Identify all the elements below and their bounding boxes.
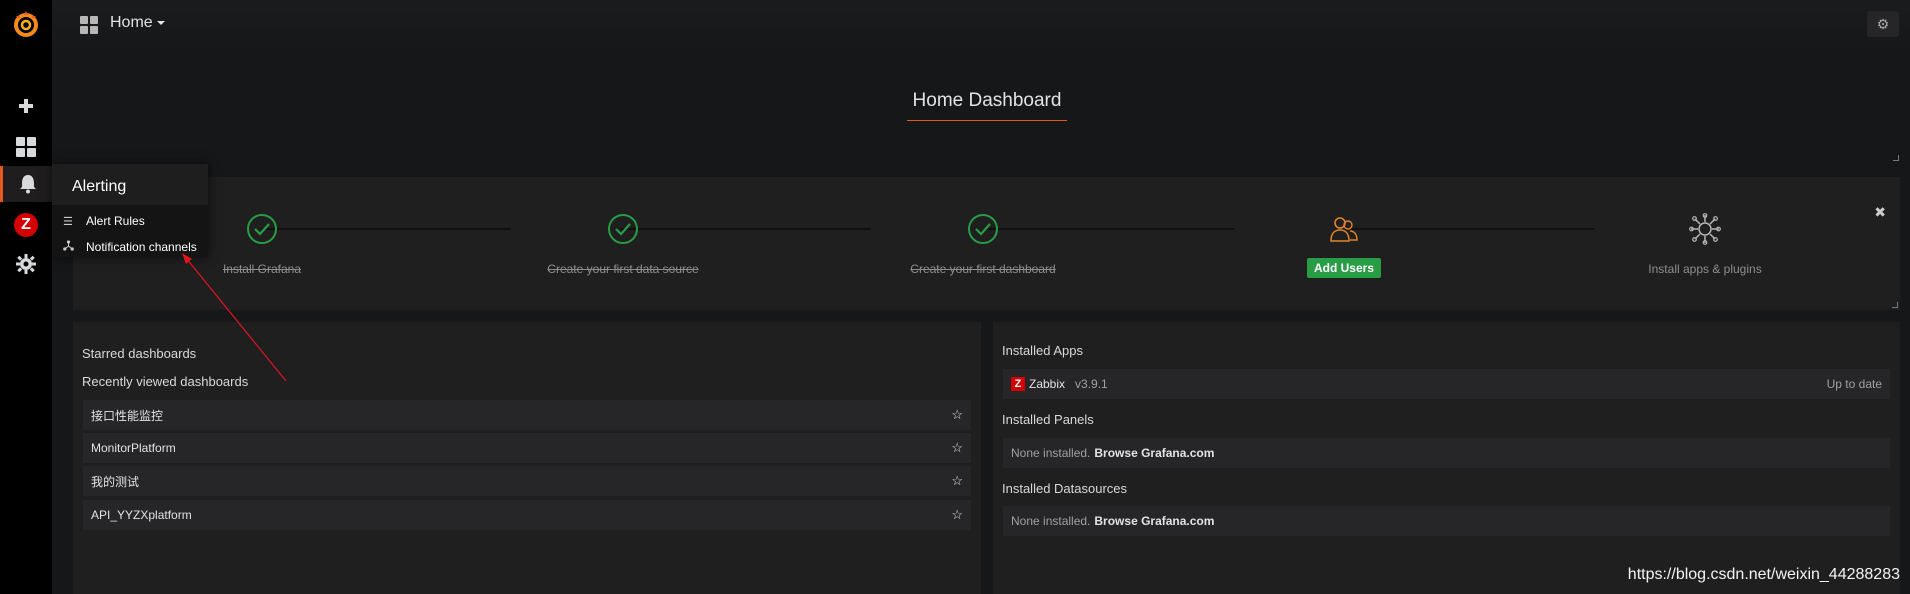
dashboard-list-item[interactable]: MonitorPlatform ☆: [83, 433, 971, 463]
gear-icon: ⚙: [1876, 15, 1890, 32]
add-users-button[interactable]: Add Users: [1306, 258, 1382, 278]
share-icon: [63, 240, 77, 254]
empty-text: None installed.: [1011, 514, 1091, 528]
plugins-icon: [1689, 213, 1721, 245]
resize-handle[interactable]: [1892, 302, 1898, 308]
dashboard-list-item[interactable]: API_YYZXplatform ☆: [83, 500, 971, 530]
app-status: Up to date: [1826, 377, 1882, 391]
step-label: Create your first data source: [547, 262, 699, 276]
dashboard-link[interactable]: 我的测试: [91, 473, 139, 490]
zabbix-logo-icon: Z: [1011, 377, 1025, 391]
browse-grafana-link[interactable]: Browse Grafana.com: [1094, 446, 1214, 460]
chevron-down-icon: [156, 20, 165, 25]
dashboard-picker-label: Home: [110, 14, 153, 31]
menu-item-alert-rules[interactable]: ☰ Alert Rules: [52, 208, 208, 234]
star-icon[interactable]: ☆: [951, 440, 963, 456]
grafana-logo-icon[interactable]: [13, 9, 40, 39]
alerting-menu-header[interactable]: Alerting: [52, 164, 208, 205]
dashboard-list-panel: Starred dashboards Recently viewed dashb…: [73, 322, 981, 594]
alerting-bell-icon[interactable]: [0, 166, 52, 202]
dashboard-link[interactable]: 接口性能监控: [91, 407, 163, 424]
app-list-item[interactable]: Z Zabbix v3.9.1 Up to date: [1003, 369, 1890, 399]
check-circle-icon: [607, 213, 639, 245]
step-install-plugins[interactable]: Install apps & plugins: [1585, 213, 1825, 276]
check-circle-icon: [246, 213, 278, 245]
app-version: v3.9.1: [1075, 377, 1108, 391]
plugin-list-panel: Installed Apps Z Zabbix v3.9.1 Up to dat…: [993, 322, 1900, 594]
check-circle-icon: [967, 213, 999, 245]
step-create-dashboard[interactable]: Create your first dashboard: [863, 213, 1103, 276]
alerting-dropdown-menu: Alerting ☰ Alert Rules Notification chan…: [52, 164, 208, 257]
step-create-data-source[interactable]: Create your first data source: [503, 213, 743, 276]
star-icon[interactable]: ☆: [951, 507, 963, 523]
close-icon[interactable]: ✖: [1874, 204, 1886, 221]
settings-button[interactable]: ⚙: [1867, 11, 1899, 37]
datasources-empty-row: None installed. Browse Grafana.com: [1003, 506, 1890, 536]
recent-dashboards-heading: Recently viewed dashboards: [82, 374, 249, 389]
starred-dashboards-heading: Starred dashboards: [82, 346, 197, 361]
dashboard-list-item[interactable]: 我的测试 ☆: [83, 466, 971, 496]
top-navbar: Home ⚙: [52, 0, 1910, 50]
step-add-users: Add Users: [1224, 213, 1464, 278]
menu-item-label: Notification channels: [86, 240, 197, 254]
step-label: Install apps & plugins: [1648, 262, 1762, 276]
dashboard-title: Home Dashboard: [907, 90, 1067, 121]
dashboards-grid-icon[interactable]: [0, 129, 52, 165]
create-plus-icon[interactable]: [0, 88, 52, 124]
dashboard-link[interactable]: API_YYZXplatform: [91, 508, 192, 522]
getting-started-panel: Install Grafana Create your first data s…: [73, 177, 1900, 310]
dashboard-link[interactable]: MonitorPlatform: [91, 441, 176, 455]
dashboard-list-item[interactable]: 接口性能监控 ☆: [83, 400, 971, 430]
users-icon: [1328, 213, 1360, 245]
app-name: Zabbix: [1029, 377, 1066, 391]
step-label: Create your first dashboard: [910, 262, 1056, 276]
panels-empty-row: None installed. Browse Grafana.com: [1003, 438, 1890, 468]
menu-item-label: Alert Rules: [86, 214, 145, 228]
dashboard-picker[interactable]: Home: [110, 14, 165, 32]
watermark-text: https://blog.csdn.net/weixin_44288283: [1627, 566, 1900, 583]
list-icon: ☰: [63, 215, 73, 228]
step-label: Install Grafana: [222, 262, 302, 276]
resize-handle[interactable]: [1893, 155, 1899, 161]
zabbix-app-icon[interactable]: Z: [0, 207, 52, 243]
menu-item-notification-channels[interactable]: Notification channels: [52, 234, 208, 260]
installed-panels-heading: Installed Panels: [1002, 412, 1094, 427]
star-icon[interactable]: ☆: [951, 407, 963, 423]
installed-datasources-heading: Installed Datasources: [1002, 481, 1128, 496]
star-icon[interactable]: ☆: [951, 473, 963, 489]
empty-text: None installed.: [1011, 446, 1091, 460]
sidebar: Z: [0, 0, 52, 594]
browse-grafana-link[interactable]: Browse Grafana.com: [1094, 514, 1214, 528]
configuration-gear-icon[interactable]: [0, 246, 52, 282]
installed-apps-heading: Installed Apps: [1002, 343, 1083, 358]
dashboard-grid-icon: [80, 16, 99, 40]
